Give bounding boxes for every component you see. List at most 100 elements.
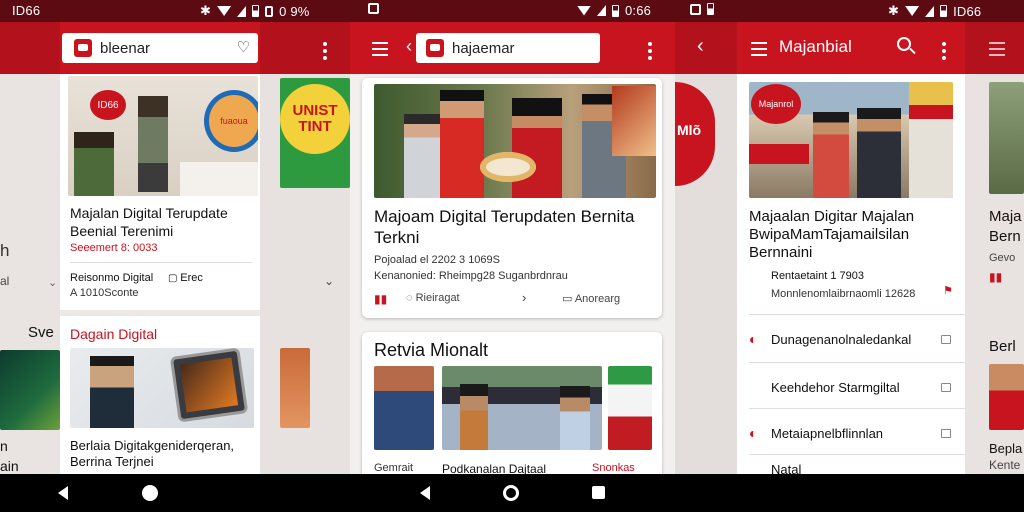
search-icon-handle — [909, 47, 916, 55]
source-right: ▢ Erec — [168, 272, 203, 284]
appbar-right: Majanbial — [737, 22, 965, 74]
source-sub: A 1010Sconte — [70, 287, 139, 299]
hero-image: ID66 fuaoua — [68, 76, 258, 196]
storefront-figure — [909, 82, 953, 198]
thumb-image-2[interactable] — [442, 366, 602, 450]
appbar-middle: ‹ hajaemar — [350, 22, 675, 74]
search-text: bleenar — [100, 39, 151, 57]
section-gap — [60, 310, 260, 316]
source-label: Reisonmo Digital — [70, 272, 154, 284]
bookmark-icon[interactable] — [941, 335, 951, 344]
notification-icon — [690, 3, 701, 15]
bg-fragment: Maja — [989, 208, 1022, 225]
nav-home-icon[interactable] — [503, 485, 519, 501]
calendar-icon: ▢ — [168, 273, 181, 284]
nav-back-icon[interactable] — [420, 486, 430, 500]
headline: Majoam Digital Terupdaten Bernita Terkni — [374, 207, 635, 247]
share-label: Rieiragat — [415, 292, 460, 304]
thumb-image-3[interactable] — [608, 366, 652, 450]
food-stall-figure — [612, 86, 656, 156]
bg-bottom-2: ain — [0, 458, 19, 474]
thumb-caption-2: Podkanalan Dajtaal — [442, 462, 547, 474]
hero-image[interactable]: Majanrol — [749, 82, 953, 198]
headline-meta: Seeemert 8: 0033 — [70, 242, 158, 254]
list-item-label: Natal — [771, 462, 802, 474]
food-plate-figure — [480, 152, 536, 182]
story2-title[interactable]: Berlaia Digitakgeniderqeran, Berrina Ter… — [70, 438, 256, 470]
section-title: Retvia Mionalt — [374, 340, 489, 360]
bookmark-icon[interactable] — [941, 383, 951, 392]
divider — [70, 262, 252, 263]
signal-icon — [925, 5, 935, 17]
wifi-icon — [577, 5, 591, 16]
list-item-label: Keehdehor Starmgiltal — [771, 379, 900, 395]
list-item[interactable]: ◐ Dunagenanolnaledankal — [737, 316, 965, 362]
bg-image — [989, 364, 1024, 430]
thumb-image-1[interactable] — [374, 366, 434, 450]
person-figure — [857, 108, 901, 198]
source-line: Monnlenomlaibrnaomli 12628 — [771, 288, 916, 300]
next-arrow-icon[interactable]: › — [522, 290, 526, 305]
date-line: Pojoalad el 2202 3 1069S — [374, 254, 500, 266]
article-image[interactable] — [374, 84, 656, 198]
flag-icon[interactable]: ⚑ — [943, 284, 953, 297]
bg-fragment: Bepla — [989, 441, 1023, 456]
back-icon: ‹ — [697, 35, 704, 57]
app-logo-icon — [426, 39, 444, 57]
person-figure — [90, 356, 134, 428]
search-input[interactable]: hajaemar — [416, 33, 600, 63]
bg-appbar-left — [0, 22, 60, 74]
comment-button[interactable]: ▭ Anorearg — [562, 292, 620, 305]
list-item-label: Dunagenanolnaledankal — [771, 331, 912, 347]
person-figure — [813, 112, 849, 198]
bg-screen-left: h al ⌄ Sve n ain — [0, 74, 60, 474]
nav-recents-icon[interactable] — [592, 486, 605, 499]
thumb-caption-3: Snonkas — [592, 462, 635, 474]
bg-bottom-1: n — [0, 438, 8, 454]
bookmark-icon[interactable] — [941, 429, 951, 438]
bg-label: al — [0, 274, 10, 288]
wifi-icon — [217, 6, 232, 16]
table-figure — [180, 162, 258, 196]
search-input[interactable]: bleenar ♡ — [62, 33, 258, 63]
screen-right: Majanrol Majaalan Digitar Majalan BwipaM… — [737, 74, 965, 474]
bg-appbar-mid — [260, 22, 350, 74]
comment-icon: ▭ — [562, 293, 575, 305]
alarm-icon: ✱ — [888, 3, 900, 18]
share-button[interactable]: ◌ Rieiragat — [406, 292, 460, 304]
alarm-icon: ✱ — [200, 3, 212, 18]
notification-icon — [368, 3, 379, 14]
overflow-menu-icon[interactable] — [648, 42, 652, 63]
logo-badge: ID66 — [90, 90, 126, 120]
battery-icon — [940, 5, 948, 17]
person-figure — [512, 98, 562, 198]
source-right-label: Erec — [180, 272, 203, 284]
back-icon[interactable]: ‹ — [406, 36, 412, 56]
overflow-menu-icon[interactable] — [942, 42, 946, 63]
list-item[interactable]: Natal — [737, 456, 965, 474]
bg-screen-mid: UNIST TINT ⌄ — [260, 74, 350, 474]
like-icon[interactable]: ▮▮ — [374, 292, 387, 306]
bg-appbar-right-mid: ‹ — [675, 22, 737, 74]
signal-icon — [597, 5, 606, 16]
menu-icon — [989, 42, 1005, 60]
carrier-label: ID66 — [12, 3, 41, 18]
person-figure — [138, 96, 168, 192]
divider — [749, 314, 965, 315]
list-item[interactable]: ◐ Metaiapnelbflinnlan — [737, 410, 965, 456]
divider — [749, 454, 965, 455]
headline[interactable]: Majalan Digital Terupdate Beenial Tereni… — [70, 204, 256, 240]
heart-icon[interactable]: ♡ — [237, 38, 250, 56]
meta-line: Kenanonied: Rheimpg28 Suganbrdnrau — [374, 270, 568, 282]
menu-icon[interactable] — [372, 42, 388, 60]
thumb-caption-1: Gemrait — [374, 462, 414, 474]
headline[interactable]: Majaalan Digitar Majalan BwipaMamTajamai… — [749, 208, 959, 262]
nav-home-icon[interactable] — [142, 485, 158, 501]
overflow-menu-icon — [323, 42, 327, 63]
app-logo-icon — [74, 39, 92, 57]
nav-back-icon[interactable] — [58, 486, 68, 500]
list-item[interactable]: Keehdehor Starmgiltal — [737, 364, 965, 410]
bg-fragment: Bern — [989, 228, 1021, 245]
menu-icon[interactable] — [751, 42, 767, 60]
story2-image[interactable] — [70, 348, 254, 428]
